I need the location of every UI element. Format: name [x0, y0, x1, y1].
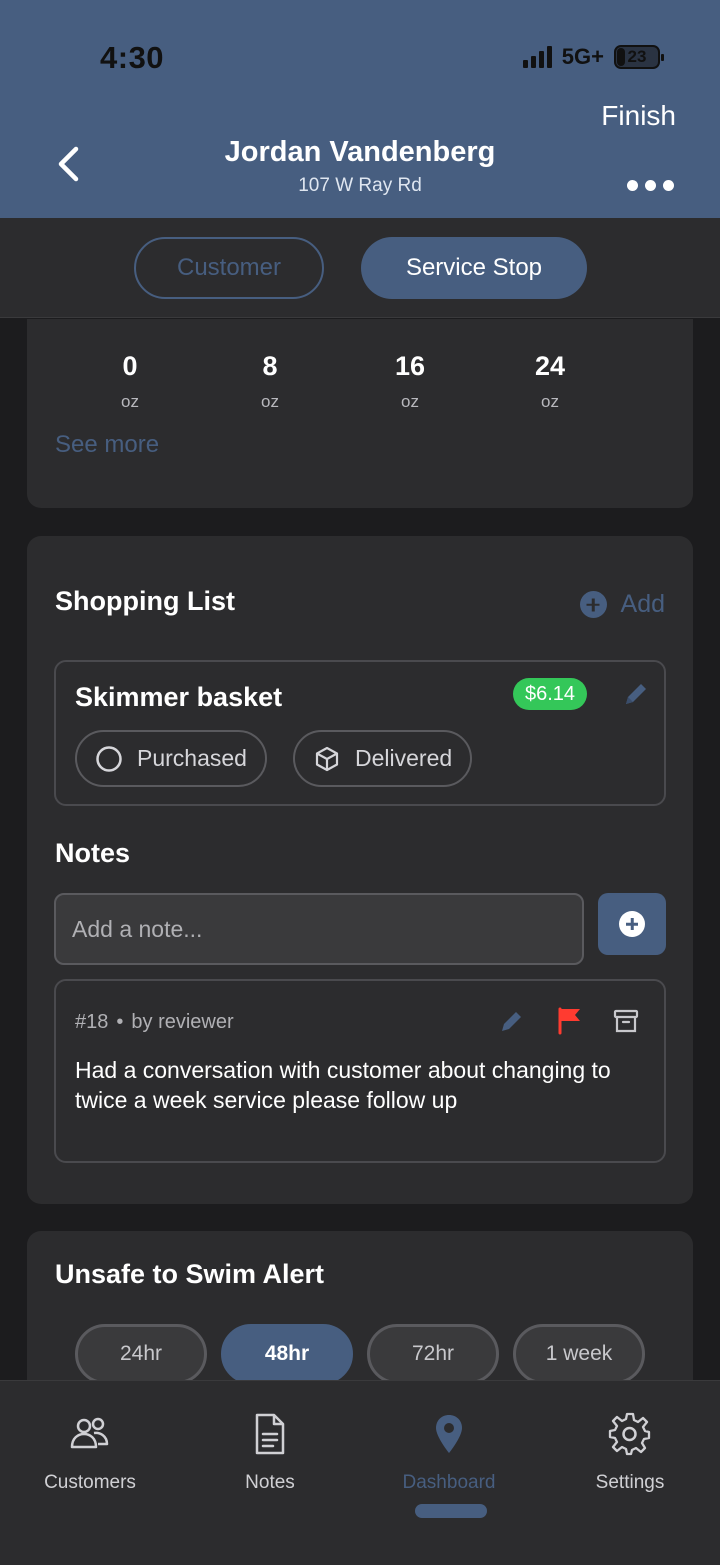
note-meta-separator: •: [116, 1011, 124, 1033]
battery-icon: 23: [614, 45, 664, 69]
document-icon: [255, 1413, 285, 1455]
map-pin-icon: [436, 1415, 462, 1453]
shopping-notes-card: Shopping List Add Skimmer basket $6.14 P…: [27, 536, 693, 1204]
plus-circle-icon: [619, 911, 645, 937]
note-entry: #18 • by reviewer Had a conversation wit…: [54, 979, 666, 1163]
circle-outline-icon: [96, 745, 122, 772]
flag-icon[interactable]: [556, 1005, 584, 1035]
tab-customers-label: Customers: [44, 1472, 136, 1493]
plus-circle-icon: [579, 591, 607, 618]
archive-icon[interactable]: [612, 1007, 640, 1035]
dose-unit: oz: [541, 392, 559, 411]
alert-option-48hr[interactable]: 48hr: [221, 1324, 353, 1380]
network-type: 5G+: [561, 44, 604, 69]
note-meta: #18 • by reviewer: [75, 1011, 234, 1034]
dose-unit: oz: [261, 392, 279, 411]
tab-notes-label: Notes: [245, 1472, 295, 1493]
bottom-tab-bar: Customers Notes Dashboard Settings: [0, 1380, 720, 1565]
note-id: #18: [75, 1011, 109, 1033]
status-time: 4:30: [100, 40, 165, 75]
home-indicator: [415, 1504, 487, 1518]
users-icon: [70, 1417, 109, 1449]
add-note-input[interactable]: [54, 893, 584, 965]
notes-title: Notes: [55, 838, 131, 868]
header: 4:30 5G+ 23 Finish Jordan Vandenberg 107…: [0, 0, 720, 218]
dosage-card: 0 oz 8 oz 16 oz 24 oz See more: [27, 319, 693, 508]
more-options-icon[interactable]: [627, 180, 674, 191]
dose-value: 24: [534, 351, 566, 381]
segment-service-stop[interactable]: Service Stop: [361, 237, 587, 299]
tab-customers[interactable]: Customers: [10, 1411, 170, 1494]
note-text: Had a conversation with customer about c…: [75, 1057, 611, 1113]
scroll-content[interactable]: 0 oz 8 oz 16 oz 24 oz See more Shopping …: [0, 319, 720, 1380]
edit-pencil-icon[interactable]: [621, 679, 651, 709]
unsafe-swim-alert-title: Unsafe to Swim Alert: [55, 1259, 325, 1289]
dose-unit: oz: [121, 392, 139, 411]
tab-dashboard[interactable]: Dashboard: [369, 1411, 529, 1494]
shopping-item-name: Skimmer basket: [75, 682, 283, 712]
add-note-button[interactable]: [598, 893, 666, 955]
segment-control: Customer Service Stop: [0, 218, 720, 318]
unsafe-swim-alert-card: Unsafe to Swim Alert 24hr 48hr 72hr 1 we…: [27, 1231, 693, 1380]
page-title: Jordan Vandenberg: [224, 136, 496, 168]
delivered-toggle[interactable]: Delivered: [293, 730, 473, 787]
dose-value: 16: [394, 351, 426, 381]
status-bar-right: 5G+ 23: [522, 44, 664, 70]
dose-unit: oz: [401, 392, 419, 411]
tab-settings-label: Settings: [595, 1472, 665, 1493]
dose-value: 0: [122, 351, 138, 381]
gear-icon: [608, 1412, 651, 1456]
add-label: Add: [620, 590, 665, 618]
see-more-link[interactable]: See more: [55, 431, 159, 459]
delivered-label: Delivered: [355, 745, 453, 771]
tab-notes[interactable]: Notes: [190, 1411, 350, 1494]
price-badge: $6.14: [513, 678, 588, 710]
package-box-icon: [315, 746, 339, 771]
note-author: by reviewer: [131, 1011, 234, 1033]
segment-customer[interactable]: Customer: [134, 237, 324, 299]
signal-icon: [522, 46, 552, 68]
dose-option[interactable]: 16 oz: [370, 351, 450, 412]
tab-dashboard-label: Dashboard: [402, 1472, 496, 1493]
purchased-label: Purchased: [137, 745, 247, 771]
battery-level: 23: [627, 47, 647, 66]
dose-value: 8: [262, 351, 278, 381]
shopping-item[interactable]: Skimmer basket $6.14 Purchased Delivered: [54, 660, 666, 806]
dose-option[interactable]: 24 oz: [510, 351, 590, 412]
page-subtitle-address: 107 W Ray Rd: [298, 175, 422, 196]
dose-option[interactable]: 0 oz: [90, 351, 170, 412]
alert-option-24hr[interactable]: 24hr: [75, 1324, 207, 1380]
add-shopping-item-button[interactable]: Add: [579, 590, 665, 619]
alert-option-1-week[interactable]: 1 week: [513, 1324, 645, 1380]
tab-settings[interactable]: Settings: [550, 1411, 710, 1494]
purchased-toggle[interactable]: Purchased: [75, 730, 267, 787]
edit-note-pencil-icon[interactable]: [498, 1007, 526, 1035]
alert-option-72hr[interactable]: 72hr: [367, 1324, 499, 1380]
dose-option[interactable]: 8 oz: [230, 351, 310, 412]
finish-button[interactable]: Finish: [601, 100, 676, 132]
shopping-list-title: Shopping List: [55, 586, 235, 616]
